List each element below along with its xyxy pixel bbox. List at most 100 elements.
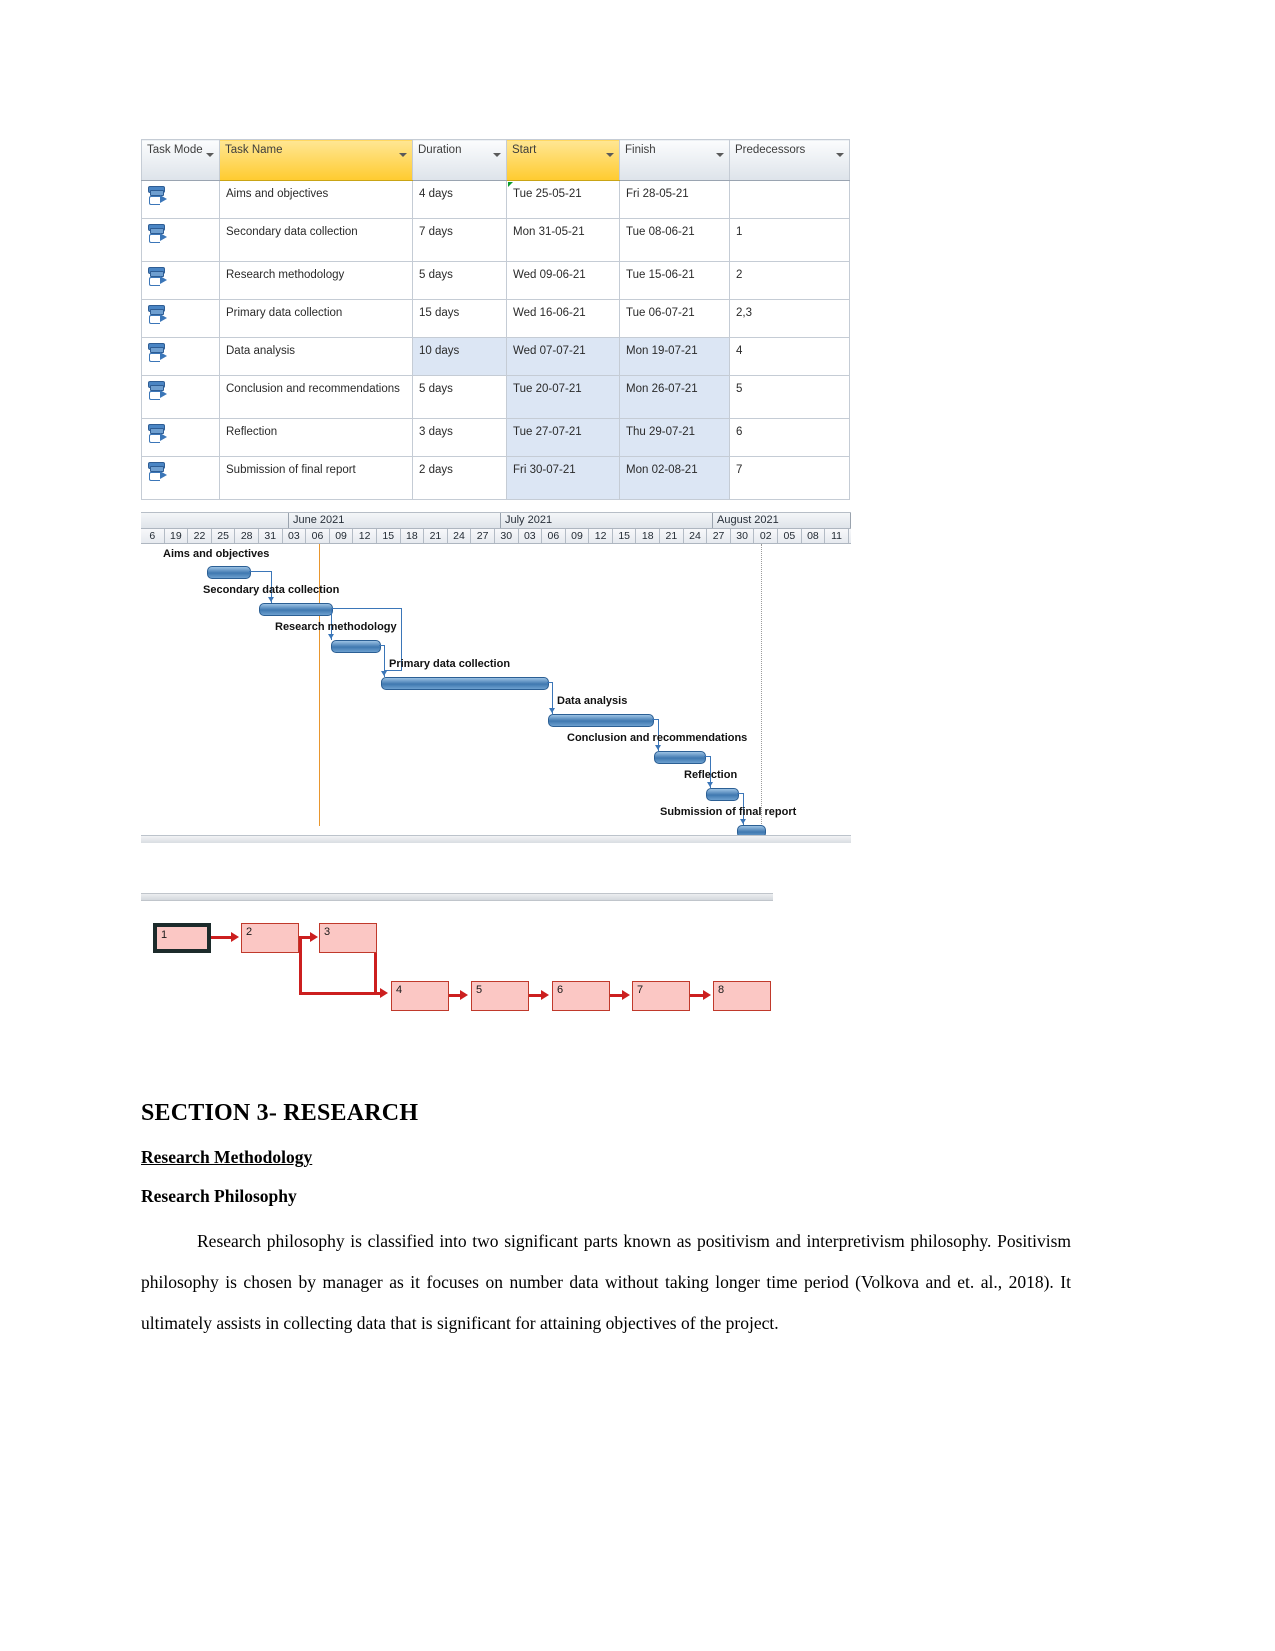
cell-duration[interactable]: 10 days [412, 337, 507, 376]
cell-finish[interactable]: Fri 28-05-21 [619, 180, 730, 219]
cell-predecessors[interactable]: 2,3 [729, 299, 850, 338]
cell-task-name[interactable]: Research methodology [219, 261, 413, 300]
network-node-label: 4 [396, 984, 403, 996]
gantt-bar[interactable] [207, 566, 251, 579]
cell-duration[interactable]: 5 days [412, 375, 507, 419]
cell-duration[interactable]: 15 days [412, 299, 507, 338]
cell-finish[interactable]: Tue 15-06-21 [619, 261, 730, 300]
filter-arrow-icon[interactable] [836, 153, 844, 157]
table-row[interactable]: Conclusion and recommendations 5 days Tu… [141, 375, 850, 419]
cell-task-name[interactable]: Aims and objectives [219, 180, 413, 219]
cell-task-name[interactable]: Secondary data collection [219, 218, 413, 262]
table-row[interactable]: Reflection 3 days Tue 27-07-21 Thu 29-07… [141, 418, 850, 457]
network-node[interactable]: 1 [153, 923, 211, 953]
cell-finish[interactable]: Thu 29-07-21 [619, 418, 730, 457]
gantt-bar[interactable] [706, 788, 739, 801]
cell-task-name[interactable]: Data analysis [219, 337, 413, 376]
network-edge-arrow-icon [310, 932, 318, 942]
cell-duration[interactable]: 2 days [412, 456, 507, 500]
table-row[interactable]: Primary data collection 15 days Wed 16-0… [141, 299, 850, 338]
cell-start[interactable]: Tue 20-07-21 [506, 375, 620, 419]
cell-duration[interactable]: 7 days [412, 218, 507, 262]
table-row[interactable]: Research methodology 5 days Wed 09-06-21… [141, 261, 850, 300]
gantt-link-arrow-icon [268, 597, 274, 602]
cell-predecessors[interactable]: 6 [729, 418, 850, 457]
column-header-duration[interactable]: Duration [412, 139, 507, 181]
cell-task-mode[interactable] [141, 375, 220, 419]
cell-task-mode[interactable] [141, 180, 220, 219]
cell-predecessors[interactable]: 1 [729, 218, 850, 262]
cell-finish[interactable]: Mon 26-07-21 [619, 375, 730, 419]
network-node[interactable]: 5 [471, 981, 529, 1011]
filter-arrow-icon[interactable] [399, 153, 407, 157]
cell-start[interactable]: Wed 16-06-21 [506, 299, 620, 338]
cell-task-mode[interactable] [141, 299, 220, 338]
column-header-task-mode[interactable]: Task Mode [141, 139, 220, 181]
table-row[interactable]: Aims and objectives 4 days Tue 25-05-21 … [141, 180, 850, 219]
cell-finish[interactable]: Tue 06-07-21 [619, 299, 730, 338]
cell-duration[interactable]: 5 days [412, 261, 507, 300]
gantt-bar[interactable] [548, 714, 654, 727]
auto-schedule-icon [148, 267, 167, 289]
cell-predecessors[interactable]: 5 [729, 375, 850, 419]
cell-task-mode[interactable] [141, 261, 220, 300]
cell-start[interactable]: Wed 09-06-21 [506, 261, 620, 300]
cell-task-mode[interactable] [141, 456, 220, 500]
gantt-bar-label: Secondary data collection [203, 584, 340, 596]
gantt-bar[interactable] [259, 603, 333, 616]
timeline-day-row: 6 19 22 25 28 31 03 06 09 12 15 18 21 24… [141, 529, 851, 544]
network-node[interactable]: 2 [241, 923, 299, 953]
filter-arrow-icon[interactable] [606, 153, 614, 157]
cell-predecessors[interactable]: 4 [729, 337, 850, 376]
network-node[interactable]: 3 [319, 923, 377, 953]
column-header-start[interactable]: Start [506, 139, 620, 181]
ms-project-screenshot: Task Mode Task Name Duration Start Finis… [141, 139, 851, 843]
table-row[interactable]: Data analysis 10 days Wed 07-07-21 Mon 1… [141, 337, 850, 376]
cell-task-name[interactable]: Reflection [219, 418, 413, 457]
network-edge-arrow-icon [703, 990, 711, 1000]
network-node-label: 5 [476, 984, 483, 996]
gantt-bar[interactable] [331, 640, 381, 653]
cell-start[interactable]: Wed 07-07-21 [506, 337, 620, 376]
cell-task-name[interactable]: Primary data collection [219, 299, 413, 338]
cell-finish[interactable]: Mon 19-07-21 [619, 337, 730, 376]
filter-arrow-icon[interactable] [493, 153, 501, 157]
cell-finish[interactable]: Mon 02-08-21 [619, 456, 730, 500]
filter-arrow-icon[interactable] [206, 153, 214, 157]
timeline-month-june: June 2021 [289, 513, 501, 528]
cell-duration[interactable]: 3 days [412, 418, 507, 457]
column-header-finish[interactable]: Finish [619, 139, 730, 181]
gantt-bar-label: Research methodology [275, 621, 397, 633]
cell-task-mode[interactable] [141, 218, 220, 262]
task-table-header: Task Mode Task Name Duration Start Finis… [141, 139, 850, 181]
network-node[interactable]: 4 [391, 981, 449, 1011]
column-header-task-name[interactable]: Task Name [219, 139, 413, 181]
page-title: SECTION 3- RESEARCH [141, 1100, 419, 1126]
heading-research-methodology: Research Methodology [141, 1147, 313, 1167]
cell-task-name[interactable]: Submission of final report [219, 456, 413, 500]
column-header-predecessors[interactable]: Predecessors [729, 139, 850, 181]
cell-predecessors[interactable] [729, 180, 850, 219]
cell-finish[interactable]: Tue 08-06-21 [619, 218, 730, 262]
cell-start[interactable]: Fri 30-07-21 [506, 456, 620, 500]
cell-predecessors[interactable]: 7 [729, 456, 850, 500]
table-row[interactable]: Submission of final report 2 days Fri 30… [141, 456, 850, 500]
table-row[interactable]: Secondary data collection 7 days Mon 31-… [141, 218, 850, 262]
cell-duration[interactable]: 4 days [412, 180, 507, 219]
filter-arrow-icon[interactable] [716, 153, 724, 157]
timeline-month-row: June 2021 July 2021 August 2021 [141, 513, 851, 529]
cell-task-mode[interactable] [141, 418, 220, 457]
cell-task-name[interactable]: Conclusion and recommendations [219, 375, 413, 419]
cell-task-mode[interactable] [141, 337, 220, 376]
cell-start[interactable]: Mon 31-05-21 [506, 218, 620, 262]
gantt-bar[interactable] [381, 677, 549, 690]
gantt-bar[interactable] [654, 751, 706, 764]
network-node[interactable]: 6 [552, 981, 610, 1011]
cell-start[interactable]: Tue 25-05-21 [506, 180, 620, 219]
cell-predecessors[interactable]: 2 [729, 261, 850, 300]
cell-start[interactable]: Tue 27-07-21 [506, 418, 620, 457]
timeline-month-july: July 2021 [501, 513, 713, 528]
network-node[interactable]: 8 [713, 981, 771, 1011]
day-tick: 28 [235, 529, 259, 543]
network-node[interactable]: 7 [632, 981, 690, 1011]
